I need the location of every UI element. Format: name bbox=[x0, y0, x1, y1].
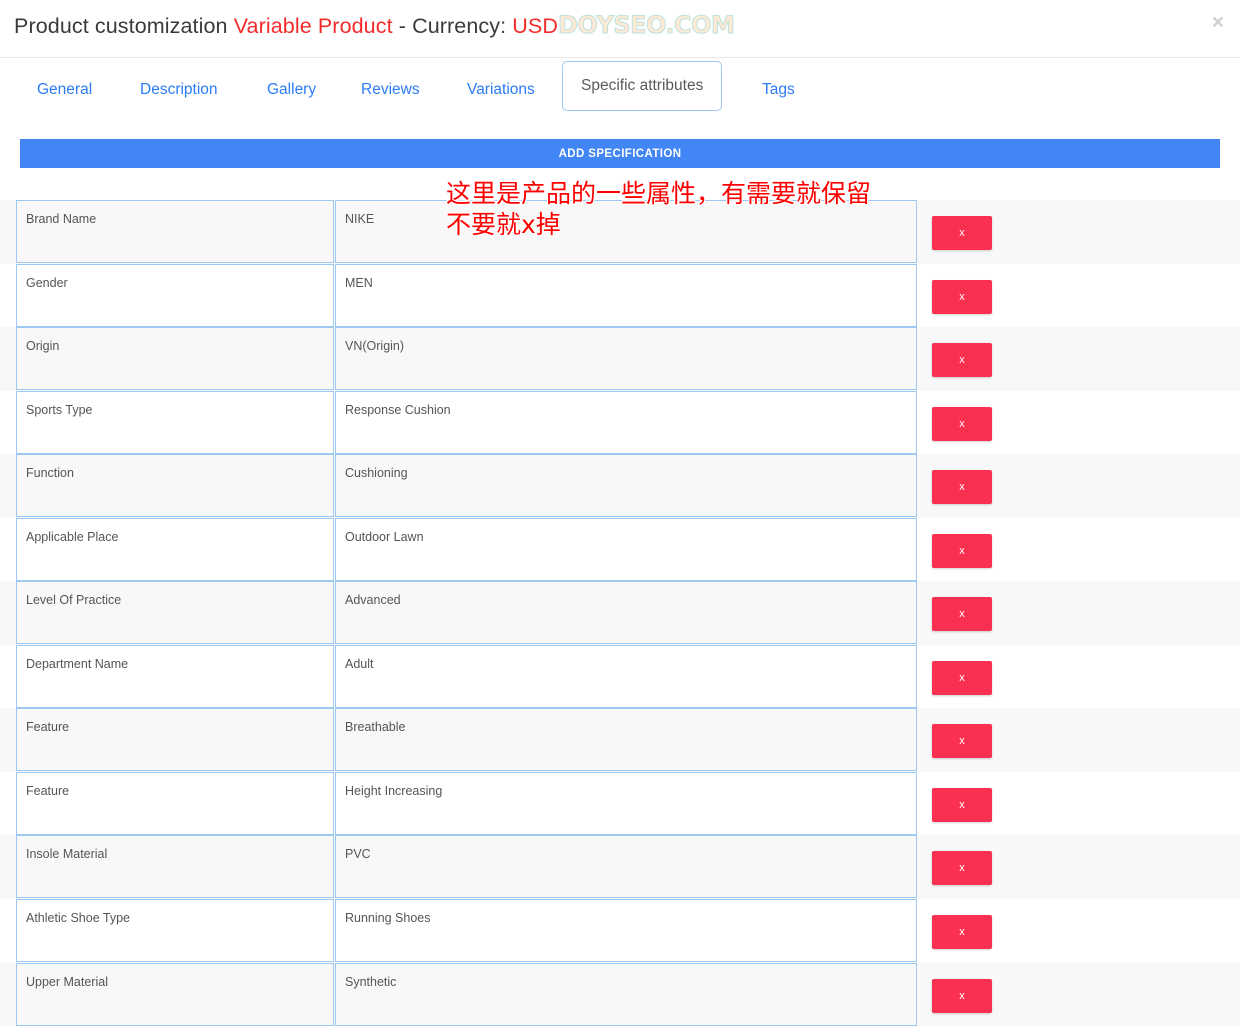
close-icon[interactable]: × bbox=[1212, 12, 1224, 33]
modal-header: Product customization Variable Product -… bbox=[0, 0, 1240, 58]
spec-name-input[interactable]: Upper Material bbox=[16, 962, 334, 1026]
delete-spec-button[interactable]: x bbox=[932, 724, 992, 759]
table-row: Origin VN(Origin) x bbox=[0, 327, 1240, 391]
table-row: Athletic Shoe Type Running Shoes x bbox=[0, 899, 1240, 963]
spec-name-input[interactable]: Origin bbox=[16, 327, 334, 391]
tab-variations[interactable]: Variations bbox=[465, 72, 537, 108]
spec-name-input[interactable]: Applicable Place bbox=[16, 517, 334, 581]
delete-spec-button[interactable]: x bbox=[932, 343, 992, 378]
spec-name-input[interactable]: Level Of Practice bbox=[16, 581, 334, 645]
table-row: Function Cushioning x bbox=[0, 454, 1240, 518]
delete-spec-button[interactable]: x bbox=[932, 787, 992, 822]
delete-spec-button[interactable]: x bbox=[932, 406, 992, 441]
spec-name-input[interactable]: Gender bbox=[16, 263, 334, 327]
page-title-middle: - Currency: bbox=[392, 14, 513, 38]
tab-reviews[interactable]: Reviews bbox=[359, 72, 422, 108]
table-row: Upper Material Synthetic x bbox=[0, 962, 1240, 1026]
spec-value-input[interactable]: Running Shoes bbox=[335, 899, 917, 963]
delete-spec-button[interactable]: x bbox=[932, 279, 992, 314]
tab-general[interactable]: General bbox=[35, 72, 94, 108]
page-title-currency: USD bbox=[512, 14, 558, 38]
spec-value-input[interactable]: PVC bbox=[335, 835, 917, 899]
spec-value-input[interactable]: NIKE bbox=[335, 200, 917, 263]
spec-name-input[interactable]: Brand Name bbox=[16, 200, 334, 263]
table-row: Brand Name NIKE x bbox=[0, 200, 1240, 264]
spec-value-input[interactable]: Response Cushion bbox=[335, 390, 917, 454]
table-row: Department Name Adult x bbox=[0, 644, 1240, 709]
delete-spec-button[interactable]: x bbox=[932, 533, 992, 568]
tab-specific-attributes[interactable]: Specific attributes bbox=[562, 61, 723, 111]
spec-value-input[interactable]: MEN bbox=[335, 263, 917, 327]
specification-table: Brand Name NIKE x Gender MEN x Origin VN(Origin… bbox=[0, 200, 1240, 1026]
table-row: Level Of Practice Advanced x bbox=[0, 581, 1240, 645]
spec-value-input[interactable]: Advanced bbox=[335, 581, 917, 645]
page-title-prefix: Product customization bbox=[14, 14, 234, 38]
delete-spec-button[interactable]: x bbox=[932, 851, 992, 886]
spec-name-input[interactable]: Athletic Shoe Type bbox=[16, 899, 334, 963]
spec-name-input[interactable]: Feature bbox=[16, 771, 334, 835]
table-row: Feature Breathable x bbox=[0, 708, 1240, 772]
delete-spec-button[interactable]: x bbox=[932, 216, 992, 250]
tab-description[interactable]: Description bbox=[138, 72, 220, 108]
delete-spec-button[interactable]: x bbox=[932, 915, 992, 950]
table-row: Gender MEN x bbox=[0, 263, 1240, 328]
spec-value-input[interactable]: Synthetic bbox=[335, 962, 917, 1026]
spec-name-input[interactable]: Department Name bbox=[16, 644, 334, 708]
delete-spec-button[interactable]: x bbox=[932, 978, 992, 1013]
spec-name-input[interactable]: Feature bbox=[16, 708, 334, 772]
page-title-product-type: Variable Product bbox=[233, 14, 393, 38]
table-row: Feature Height Increasing x bbox=[0, 771, 1240, 836]
spec-value-input[interactable]: VN(Origin) bbox=[335, 327, 917, 391]
spec-name-input[interactable]: Sports Type bbox=[16, 390, 334, 454]
tab-bar: General Description Gallery Reviews Variatio… bbox=[0, 58, 1240, 120]
spec-value-input[interactable]: Cushioning bbox=[335, 454, 917, 518]
table-row: Sports Type Response Cushion x bbox=[0, 390, 1240, 455]
delete-spec-button[interactable]: x bbox=[932, 660, 992, 695]
tab-tags[interactable]: Tags bbox=[760, 72, 797, 108]
spec-value-input[interactable]: Adult bbox=[335, 644, 917, 708]
spec-value-input[interactable]: Height Increasing bbox=[335, 771, 917, 835]
add-specification-button[interactable]: ADD SPECIFICATION bbox=[20, 139, 1220, 168]
spec-name-input[interactable]: Function bbox=[16, 454, 334, 518]
spec-value-input[interactable]: Breathable bbox=[335, 708, 917, 772]
spec-value-input[interactable]: Outdoor Lawn bbox=[335, 517, 917, 581]
delete-spec-button[interactable]: x bbox=[932, 597, 992, 632]
spec-name-input[interactable]: Insole Material bbox=[16, 835, 334, 899]
table-row: Insole Material PVC x bbox=[0, 835, 1240, 900]
delete-spec-button[interactable]: x bbox=[932, 470, 992, 505]
page-title: Product customization Variable Product -… bbox=[14, 14, 558, 39]
tab-gallery[interactable]: Gallery bbox=[265, 72, 318, 108]
table-row: Applicable Place Outdoor Lawn x bbox=[0, 517, 1240, 582]
